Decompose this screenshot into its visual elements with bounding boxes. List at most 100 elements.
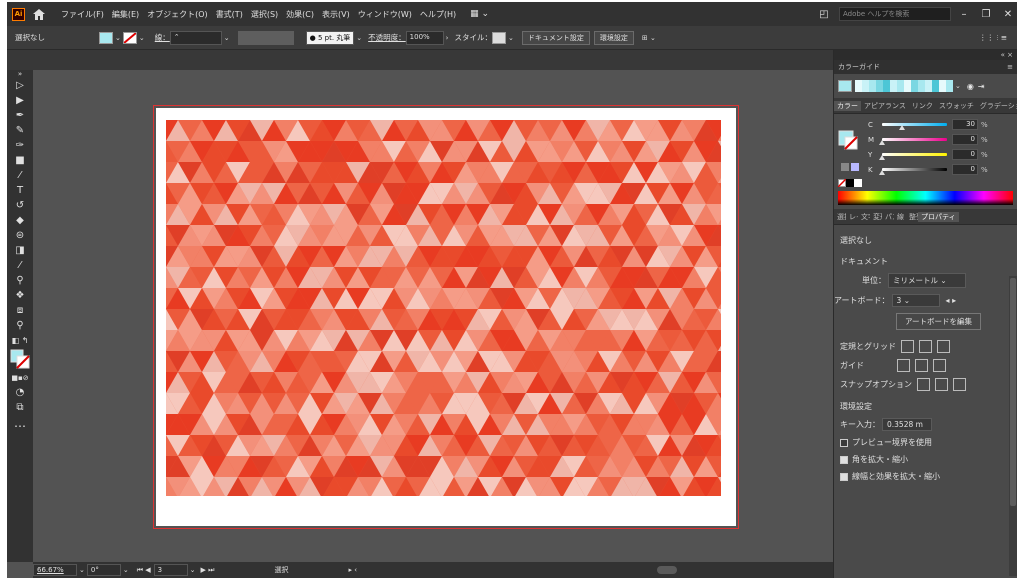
rotation-dropdown-icon[interactable]: ⌄ [123,566,129,574]
panel-menu-icon[interactable]: ⋮⋮ ⫶ ≡ [979,33,1007,43]
first-artboard-icon[interactable]: ⏮ ◀ [137,566,151,575]
eyedropper-tool-icon[interactable]: ⁄ [7,258,33,273]
show-guides-icon[interactable] [897,359,910,372]
color-panel-tab[interactable]: リンク [909,101,936,111]
brush-dropdown-icon[interactable]: ⌄ [356,34,362,42]
menu-item[interactable]: 効果(C) [282,9,318,20]
harmony-colors-strip[interactable] [855,80,953,92]
harmony-swatch[interactable] [876,80,883,92]
zoom-tool-icon[interactable]: ⚲ [7,318,33,333]
edit-toolbar-icon[interactable]: … [7,415,33,430]
opacity-arrow-icon[interactable]: › [446,34,449,42]
properties-panel-tab[interactable]: パスファインダー [882,212,894,222]
artboard-dropdown-icon[interactable]: ⌄ [190,566,196,574]
slider-track[interactable] [879,138,947,145]
slider-track[interactable] [879,153,947,160]
harmony-swatch[interactable] [869,80,876,92]
stroke-weight-dropdown-icon[interactable]: ⌄ [224,34,230,42]
slider-thumb[interactable] [879,140,885,145]
properties-panel-tab[interactable]: 文字 [858,212,870,222]
harmony-swatch[interactable] [946,80,953,92]
artboard-tool-icon[interactable]: ⧈ [7,303,33,318]
brush-definition[interactable]: ● 5 pt. 丸筆 [305,30,355,45]
rectangle-tool-icon[interactable]: ■ [7,153,33,168]
stroke-swatch[interactable] [122,31,137,44]
triangle-pattern-artwork[interactable] [166,120,721,496]
menu-item[interactable]: オブジェクト(O) [143,9,212,20]
properties-panel-tab[interactable]: 線 [894,212,906,222]
preview-bounds-checkbox[interactable] [840,438,848,447]
style-swatch[interactable] [491,31,506,44]
harmony-swatch[interactable] [925,80,932,92]
selection-tool-icon[interactable]: ▷ [7,78,33,93]
rotate-tool-icon[interactable]: ↺ [7,198,33,213]
scale-strokes-checkbox[interactable] [840,472,848,481]
smart-guides-icon[interactable] [933,359,946,372]
type-tool-icon[interactable]: T [7,183,33,198]
menu-item[interactable]: 表示(V) [318,9,354,20]
slider-thumb[interactable] [879,170,885,175]
none-swatch-icon[interactable] [838,179,846,187]
ruler-icon[interactable] [901,340,914,353]
style-dropdown-icon[interactable]: ⌄ [508,34,514,42]
stroke-weight-field[interactable]: ⌃ [169,30,222,45]
harmony-swatch[interactable] [904,80,911,92]
properties-panel-tab[interactable]: 選択 [834,212,846,222]
arrange-icon[interactable]: ⊞ ⌄ [642,34,656,42]
slider-value-field[interactable]: 0 [952,164,978,175]
anchor-point-tool-icon[interactable]: ✑ [7,138,33,153]
color-panel-tab[interactable]: グラデーション [977,101,1017,111]
harmony-swatch[interactable] [862,80,869,92]
slider-thumb[interactable] [898,125,905,130]
properties-scroll-thumb[interactable] [1010,278,1016,506]
restore-icon[interactable]: ❐ [977,9,995,20]
rotation-field[interactable]: 0° [86,564,121,576]
zoom-field[interactable]: 66.67% [33,564,77,576]
scale-corners-checkbox[interactable] [840,455,848,464]
harmony-swatch[interactable] [897,80,904,92]
edit-artboard-button[interactable]: アートボードを編集 [896,313,982,330]
menu-item[interactable]: ヘルプ(H) [416,9,460,20]
properties-panel-tab[interactable]: 整列 [906,212,918,222]
snap-to-point-icon[interactable] [917,378,930,391]
properties-panel-tab[interactable]: プロパティ [918,211,959,222]
menu-item[interactable]: 選択(S) [247,9,282,20]
blend-tool-icon[interactable]: ⚲ [7,273,33,288]
properties-panel-tab[interactable]: 変形 [870,212,882,222]
minimize-icon[interactable]: – [955,9,973,20]
variable-width-profile[interactable] [237,30,294,45]
harmony-swatch[interactable] [883,80,890,92]
color-spectrum[interactable] [838,191,1013,205]
menu-item[interactable]: 編集(E) [108,9,143,20]
swap-fill-stroke-icon[interactable]: ◧ ↰ [7,333,33,348]
toolbar-collapse-icon[interactable]: » [7,70,33,78]
eraser-tool-icon[interactable]: ◆ [7,213,33,228]
slider-track[interactable] [882,123,947,130]
color-panel-tab[interactable]: カラー [834,100,861,111]
color-panel-tab[interactable]: アピアランス [861,101,909,111]
drawing-mode-icon[interactable]: ◔ [7,385,33,400]
black-swatch[interactable] [846,179,854,187]
stroke-dropdown-icon[interactable]: ⌄ [139,34,145,42]
artboard-number-field[interactable]: 3 [153,564,188,576]
properties-scrollbar[interactable] [1009,276,1017,576]
slider-value-field[interactable]: 0 [952,134,978,145]
grid-icon[interactable] [919,340,932,353]
warp-tool-icon[interactable]: ⊜ [7,228,33,243]
slider-value-field[interactable]: 0 [952,149,978,160]
white-swatch[interactable] [854,179,862,187]
fill-dropdown-icon[interactable]: ⌄ [115,34,121,42]
harmony-swatch[interactable] [890,80,897,92]
key-input-field[interactable]: 0.3528 m [882,418,932,431]
direct-selection-tool-icon[interactable]: ▶ [7,93,33,108]
properties-panel-tab[interactable]: レイヤー [846,212,858,222]
snap-to-pixel-icon[interactable] [953,378,966,391]
pen-tool-icon[interactable]: ✒ [7,108,33,123]
symbol-sprayer-tool-icon[interactable]: ❖ [7,288,33,303]
color-mode-icon[interactable]: ■▪⊘ [7,370,33,385]
screen-mode-icon[interactable]: ⧉ [7,400,33,415]
color-panel-tab[interactable]: スウォッチ [936,101,977,111]
next-artboard-icon[interactable]: ▶ ⏭ [201,566,215,575]
dock-collapse-icon[interactable]: « × [834,50,1017,60]
artboard-nav-icon[interactable]: ◂ ▸ [946,296,957,305]
